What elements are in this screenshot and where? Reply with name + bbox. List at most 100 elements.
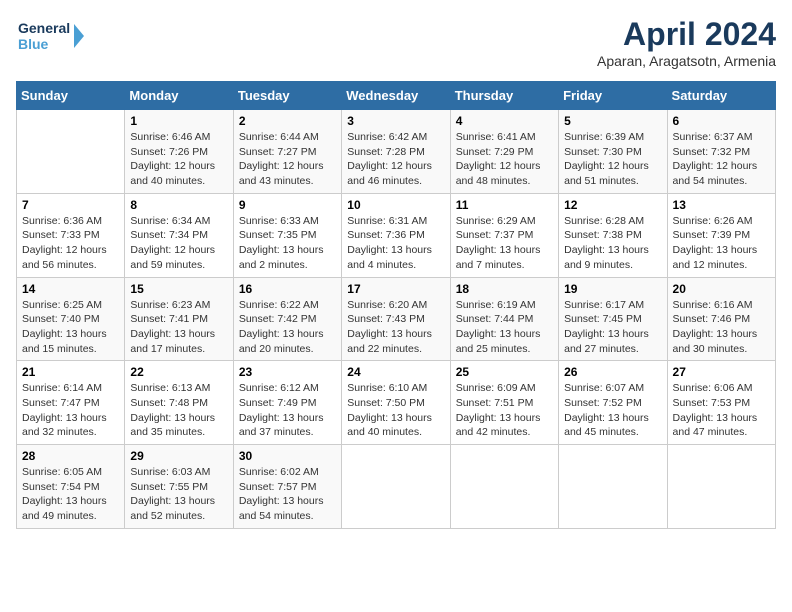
week-row-1: 1 Sunrise: 6:46 AM Sunset: 7:26 PM Daylig… <box>17 110 776 194</box>
calendar-cell: 29 Sunrise: 6:03 AM Sunset: 7:55 PM Dayli… <box>125 445 233 529</box>
day-number: 19 <box>564 282 661 296</box>
week-row-3: 14 Sunrise: 6:25 AM Sunset: 7:40 PM Dayli… <box>17 277 776 361</box>
title-block: April 2024 Aparan, Aragatsotn, Armenia <box>597 16 776 69</box>
calendar-cell <box>559 445 667 529</box>
day-number: 11 <box>456 198 553 212</box>
day-info: Sunrise: 6:06 AM Sunset: 7:53 PM Dayligh… <box>673 381 770 440</box>
calendar-cell <box>342 445 450 529</box>
day-number: 24 <box>347 365 444 379</box>
calendar-cell <box>667 445 775 529</box>
day-number: 8 <box>130 198 227 212</box>
day-info: Sunrise: 6:10 AM Sunset: 7:50 PM Dayligh… <box>347 381 444 440</box>
day-info: Sunrise: 6:23 AM Sunset: 7:41 PM Dayligh… <box>130 298 227 357</box>
day-header-saturday: Saturday <box>667 82 775 110</box>
day-info: Sunrise: 6:14 AM Sunset: 7:47 PM Dayligh… <box>22 381 119 440</box>
day-info: Sunrise: 6:37 AM Sunset: 7:32 PM Dayligh… <box>673 130 770 189</box>
day-info: Sunrise: 6:22 AM Sunset: 7:42 PM Dayligh… <box>239 298 336 357</box>
day-info: Sunrise: 6:25 AM Sunset: 7:40 PM Dayligh… <box>22 298 119 357</box>
calendar-cell: 14 Sunrise: 6:25 AM Sunset: 7:40 PM Dayli… <box>17 277 125 361</box>
day-number: 3 <box>347 114 444 128</box>
day-number: 29 <box>130 449 227 463</box>
calendar-cell: 9 Sunrise: 6:33 AM Sunset: 7:35 PM Daylig… <box>233 193 341 277</box>
day-info: Sunrise: 6:05 AM Sunset: 7:54 PM Dayligh… <box>22 465 119 524</box>
day-info: Sunrise: 6:07 AM Sunset: 7:52 PM Dayligh… <box>564 381 661 440</box>
day-info: Sunrise: 6:34 AM Sunset: 7:34 PM Dayligh… <box>130 214 227 273</box>
day-info: Sunrise: 6:28 AM Sunset: 7:38 PM Dayligh… <box>564 214 661 273</box>
day-number: 6 <box>673 114 770 128</box>
calendar-cell: 1 Sunrise: 6:46 AM Sunset: 7:26 PM Daylig… <box>125 110 233 194</box>
day-number: 28 <box>22 449 119 463</box>
day-info: Sunrise: 6:31 AM Sunset: 7:36 PM Dayligh… <box>347 214 444 273</box>
header-row: SundayMondayTuesdayWednesdayThursdayFrid… <box>17 82 776 110</box>
day-number: 14 <box>22 282 119 296</box>
calendar-cell: 22 Sunrise: 6:13 AM Sunset: 7:48 PM Dayli… <box>125 361 233 445</box>
day-header-tuesday: Tuesday <box>233 82 341 110</box>
logo: General Blue <box>16 16 86 56</box>
day-number: 2 <box>239 114 336 128</box>
calendar-cell: 13 Sunrise: 6:26 AM Sunset: 7:39 PM Dayli… <box>667 193 775 277</box>
day-info: Sunrise: 6:03 AM Sunset: 7:55 PM Dayligh… <box>130 465 227 524</box>
day-info: Sunrise: 6:20 AM Sunset: 7:43 PM Dayligh… <box>347 298 444 357</box>
day-number: 30 <box>239 449 336 463</box>
calendar-cell: 25 Sunrise: 6:09 AM Sunset: 7:51 PM Dayli… <box>450 361 558 445</box>
day-number: 17 <box>347 282 444 296</box>
day-info: Sunrise: 6:36 AM Sunset: 7:33 PM Dayligh… <box>22 214 119 273</box>
day-number: 4 <box>456 114 553 128</box>
calendar-cell: 27Sunrise: 6:06 AM Sunset: 7:53 PM Dayli… <box>667 361 775 445</box>
day-number: 18 <box>456 282 553 296</box>
day-header-monday: Monday <box>125 82 233 110</box>
page-header: General Blue April 2024 Aparan, Aragatso… <box>16 16 776 69</box>
day-number: 1 <box>130 114 227 128</box>
day-info: Sunrise: 6:39 AM Sunset: 7:30 PM Dayligh… <box>564 130 661 189</box>
location: Aparan, Aragatsotn, Armenia <box>597 53 776 69</box>
day-number: 12 <box>564 198 661 212</box>
day-number: 22 <box>130 365 227 379</box>
svg-text:General: General <box>18 20 70 36</box>
calendar-cell: 24 Sunrise: 6:10 AM Sunset: 7:50 PM Dayli… <box>342 361 450 445</box>
day-number: 16 <box>239 282 336 296</box>
day-info: Sunrise: 6:29 AM Sunset: 7:37 PM Dayligh… <box>456 214 553 273</box>
calendar-cell: 2 Sunrise: 6:44 AM Sunset: 7:27 PM Daylig… <box>233 110 341 194</box>
day-info: Sunrise: 6:26 AM Sunset: 7:39 PM Dayligh… <box>673 214 770 273</box>
day-number: 7 <box>22 198 119 212</box>
calendar-cell: 28 Sunrise: 6:05 AM Sunset: 7:54 PM Dayli… <box>17 445 125 529</box>
calendar-cell: 6 Sunrise: 6:37 AM Sunset: 7:32 PM Daylig… <box>667 110 775 194</box>
day-info: Sunrise: 6:19 AM Sunset: 7:44 PM Dayligh… <box>456 298 553 357</box>
day-number: 25 <box>456 365 553 379</box>
day-number: 13 <box>673 198 770 212</box>
day-header-sunday: Sunday <box>17 82 125 110</box>
calendar-cell: 16 Sunrise: 6:22 AM Sunset: 7:42 PM Dayli… <box>233 277 341 361</box>
day-info: Sunrise: 6:41 AM Sunset: 7:29 PM Dayligh… <box>456 130 553 189</box>
day-number: 23 <box>239 365 336 379</box>
day-number: 15 <box>130 282 227 296</box>
day-info: Sunrise: 6:13 AM Sunset: 7:48 PM Dayligh… <box>130 381 227 440</box>
day-header-thursday: Thursday <box>450 82 558 110</box>
calendar-cell: 19 Sunrise: 6:17 AM Sunset: 7:45 PM Dayli… <box>559 277 667 361</box>
day-info: Sunrise: 6:44 AM Sunset: 7:27 PM Dayligh… <box>239 130 336 189</box>
day-header-friday: Friday <box>559 82 667 110</box>
calendar-cell: 8 Sunrise: 6:34 AM Sunset: 7:34 PM Daylig… <box>125 193 233 277</box>
calendar-cell: 10 Sunrise: 6:31 AM Sunset: 7:36 PM Dayli… <box>342 193 450 277</box>
day-info: Sunrise: 6:12 AM Sunset: 7:49 PM Dayligh… <box>239 381 336 440</box>
calendar-cell: 15 Sunrise: 6:23 AM Sunset: 7:41 PM Dayli… <box>125 277 233 361</box>
week-row-5: 28 Sunrise: 6:05 AM Sunset: 7:54 PM Dayli… <box>17 445 776 529</box>
calendar-cell: 21Sunrise: 6:14 AM Sunset: 7:47 PM Dayli… <box>17 361 125 445</box>
calendar-cell: 7 Sunrise: 6:36 AM Sunset: 7:33 PM Daylig… <box>17 193 125 277</box>
day-number: 10 <box>347 198 444 212</box>
week-row-2: 7 Sunrise: 6:36 AM Sunset: 7:33 PM Daylig… <box>17 193 776 277</box>
calendar-cell: 17 Sunrise: 6:20 AM Sunset: 7:43 PM Dayli… <box>342 277 450 361</box>
day-info: Sunrise: 6:09 AM Sunset: 7:51 PM Dayligh… <box>456 381 553 440</box>
day-number: 5 <box>564 114 661 128</box>
calendar-cell: 3Sunrise: 6:42 AM Sunset: 7:28 PM Daylig… <box>342 110 450 194</box>
day-number: 9 <box>239 198 336 212</box>
week-row-4: 21Sunrise: 6:14 AM Sunset: 7:47 PM Dayli… <box>17 361 776 445</box>
day-info: Sunrise: 6:46 AM Sunset: 7:26 PM Dayligh… <box>130 130 227 189</box>
calendar-cell <box>450 445 558 529</box>
day-info: Sunrise: 6:33 AM Sunset: 7:35 PM Dayligh… <box>239 214 336 273</box>
calendar-cell: 12 Sunrise: 6:28 AM Sunset: 7:38 PM Dayli… <box>559 193 667 277</box>
calendar-cell: 20Sunrise: 6:16 AM Sunset: 7:46 PM Dayli… <box>667 277 775 361</box>
calendar-cell: 18 Sunrise: 6:19 AM Sunset: 7:44 PM Dayli… <box>450 277 558 361</box>
day-info: Sunrise: 6:17 AM Sunset: 7:45 PM Dayligh… <box>564 298 661 357</box>
logo-svg: General Blue <box>16 16 86 56</box>
day-info: Sunrise: 6:16 AM Sunset: 7:46 PM Dayligh… <box>673 298 770 357</box>
